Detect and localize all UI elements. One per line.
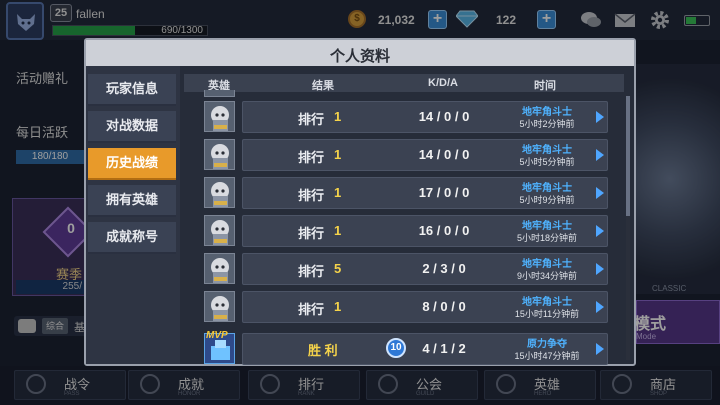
column-kda: K/D/A [428,77,458,89]
match-time: 15小时11分钟前 [514,309,580,319]
tab-1[interactable]: 对战数据 [88,111,176,143]
match-mode: 地牢角斗士 [522,297,572,308]
match-result: 胜 利 [308,343,338,358]
match-detail-arrow-icon[interactable] [596,149,604,161]
hero-portrait [204,291,235,322]
match-kda: 16 / 0 / 0 [418,223,470,238]
table-row[interactable]: 排行 1 14 / 0 / 0 地牢角斗士 5小时5分钟前 [184,138,624,172]
match-rank: 1 [334,185,342,200]
match-kda: 4 / 1 / 2 [422,341,466,356]
match-detail-arrow-icon[interactable] [596,343,604,355]
table-row [184,90,624,98]
match-detail-arrow-icon[interactable] [596,301,604,313]
match-detail-arrow-icon[interactable] [596,225,604,237]
dialog-title: 个人资料 [329,48,390,65]
match-kda: 17 / 0 / 0 [418,185,470,200]
profile-dialog: 个人资料 玩家信息 对战数据 历史战绩 拥有英雄 成就称号 英雄 结果 K/D/A 时间… [84,38,636,366]
match-result-label: 排行 [298,188,325,203]
match-rank: 1 [334,109,342,124]
match-mode: 地牢角斗士 [522,221,572,232]
match-time: 5小时9分钟前 [519,195,575,205]
match-rank: 1 [334,223,342,238]
tab-0[interactable]: 玩家信息 [88,74,176,106]
match-time: 5小时5分钟前 [519,157,575,167]
table-row[interactable]: 排行 1 14 / 0 / 0 地牢角斗士 5小时2分钟前 [184,100,624,134]
hero-portrait [204,215,235,246]
match-time: 5小时2分钟前 [519,119,575,129]
match-kda: 14 / 0 / 0 [418,147,470,162]
hero-portrait [204,90,235,97]
match-result-label: 排行 [298,302,325,317]
hero-portrait [204,101,235,132]
match-detail-arrow-icon[interactable] [596,263,604,275]
hero-portrait [204,177,235,208]
hero-portrait [204,253,235,284]
match-rank: 5 [334,261,342,276]
match-time: 15小时47分钟前 [514,351,580,361]
table-row[interactable]: 排行 5 2 / 3 / 0 地牢角斗士 9小时34分钟前 [184,252,624,286]
match-rank: 1 [334,299,342,314]
match-kda: 14 / 0 / 0 [418,109,470,124]
match-rank: 1 [334,147,342,162]
match-mode: 地牢角斗士 [522,259,572,270]
match-time: 5小时18分钟前 [516,233,578,243]
match-kda: 8 / 0 / 0 [422,299,466,314]
match-detail-arrow-icon[interactable] [596,111,604,123]
dialog-header: 个人资料 [86,40,634,66]
match-result-label: 排行 [298,264,325,279]
tab-4[interactable]: 成就称号 [88,222,176,254]
tab-2[interactable]: 历史战绩 [88,148,176,180]
match-mode: 地牢角斗士 [522,183,572,194]
table-row-last[interactable]: MVP 胜 利 10 4 / 1 / 2 原力争夺 15小时47分钟前 [184,330,624,366]
match-result-label: 排行 [298,150,325,165]
match-time: 9小时34分钟前 [516,271,578,281]
match-level-badge: 10 [386,338,406,358]
scrollbar-thumb[interactable] [626,96,630,216]
match-result-label: 排行 [298,112,325,127]
match-mode: 地牢角斗士 [522,145,572,156]
match-mode: 地牢角斗士 [522,107,572,118]
table-row[interactable]: 排行 1 8 / 0 / 0 地牢角斗士 15小时11分钟前 [184,290,624,324]
match-result-label: 排行 [298,226,325,241]
table-row[interactable]: 排行 1 17 / 0 / 0 地牢角斗士 5小时9分钟前 [184,176,624,210]
table-row[interactable]: 排行 1 16 / 0 / 0 地牢角斗士 5小时18分钟前 [184,214,624,248]
mvp-badge: MVP [206,330,228,341]
tab-3[interactable]: 拥有英雄 [88,185,176,217]
hero-portrait [204,139,235,170]
match-kda: 2 / 3 / 0 [422,261,466,276]
match-detail-arrow-icon[interactable] [596,187,604,199]
match-mode: 原力争夺 [527,339,567,350]
